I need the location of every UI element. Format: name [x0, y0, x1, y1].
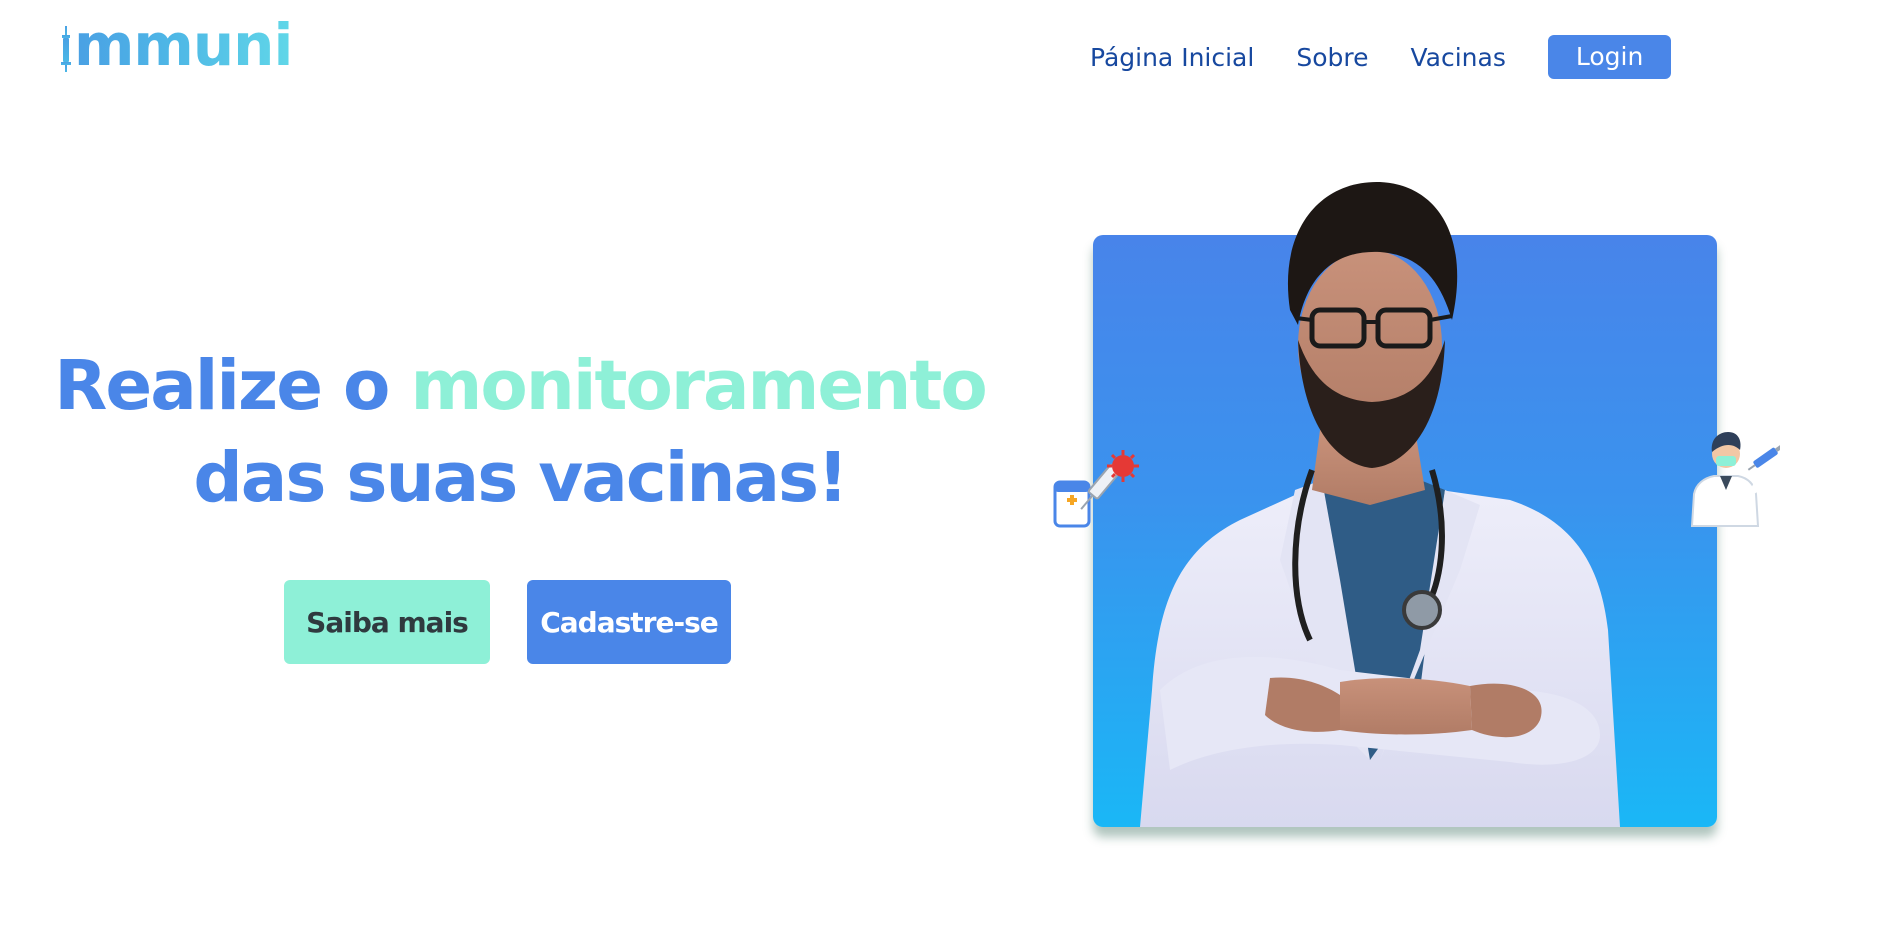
- logo-wordmark: mmuni: [74, 11, 293, 79]
- doctor-with-syringe-icon: [1690, 432, 1780, 527]
- site-header: mmuni Página Inicial Sobre Vacinas Login: [0, 0, 1904, 110]
- hero-title-part1: Realize o: [54, 346, 411, 426]
- logo-link[interactable]: mmuni: [60, 10, 293, 80]
- nav-link-about[interactable]: Sobre: [1296, 43, 1368, 72]
- main-nav: Página Inicial Sobre Vacinas Login: [1090, 35, 1672, 79]
- login-button[interactable]: Login: [1547, 35, 1672, 79]
- vaccine-syringe-virus-icon: [1053, 450, 1139, 528]
- landing-page: mmuni Página Inicial Sobre Vacinas Login…: [0, 0, 1904, 952]
- nav-link-home[interactable]: Página Inicial: [1090, 43, 1254, 72]
- signup-button[interactable]: Cadastre-se: [527, 580, 731, 664]
- syringe-icon: [61, 26, 71, 72]
- hero-title: Realize o monitoramento das suas vacinas!: [30, 340, 1010, 524]
- hero-title-part2: das suas vacinas!: [193, 438, 848, 518]
- hero-actions: Saiba mais Cadastre-se: [284, 580, 731, 664]
- hero-title-accent: monitoramento: [410, 346, 987, 426]
- nav-link-vaccines[interactable]: Vacinas: [1410, 43, 1505, 72]
- hero-illustration: [1040, 130, 1800, 850]
- learn-more-button[interactable]: Saiba mais: [284, 580, 490, 664]
